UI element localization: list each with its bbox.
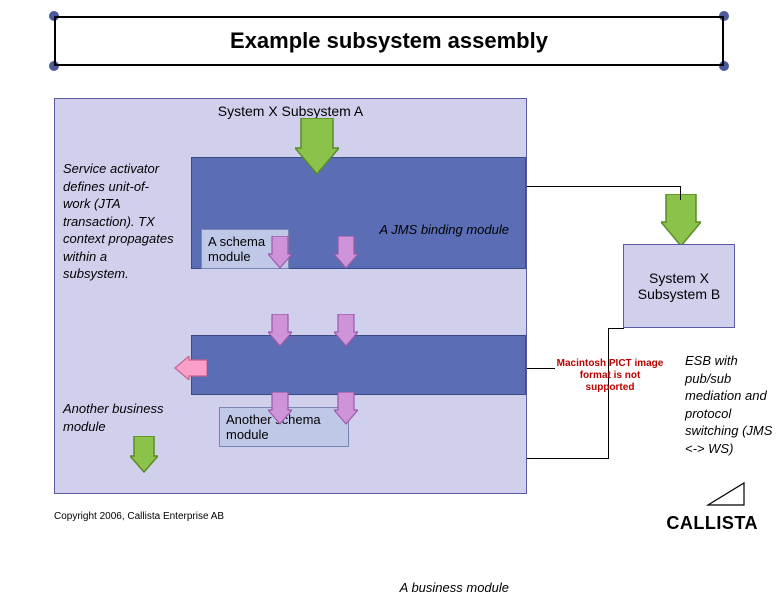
connector-line [527,186,681,187]
pink-arrow-icon [173,356,207,380]
title-bar: Example subsystem assembly [54,16,724,66]
subsystem-b-label: System X Subsystem B [628,270,730,302]
page-title: Example subsystem assembly [230,28,548,54]
purple-arrow-icon [268,392,292,426]
business-module-box: A business module [191,335,526,395]
business-module-label: A business module [400,580,509,595]
note-another-business: Another business module [63,400,173,435]
copyright-text: Copyright 2006, Callista Enterprise AB [54,511,224,522]
note-service-activator: Service activator defines unit-of-work (… [63,160,175,283]
green-arrow-icon [130,436,158,474]
subsystem-a-title: System X Subsystem A [55,103,526,119]
jms-binding-label: A JMS binding module [379,222,509,237]
connector-line [527,458,609,459]
pict-placeholder: Macintosh PICT image format is not suppo… [556,358,664,394]
connector-line [680,186,681,200]
purple-arrow-icon [334,236,358,270]
connector-line [527,368,555,369]
green-arrow-icon [661,194,701,248]
connector-line [608,328,624,329]
callista-triangle-icon [706,481,746,512]
green-arrow-icon [295,118,339,176]
purple-arrow-icon [268,314,292,348]
purple-arrow-icon [334,314,358,348]
purple-arrow-icon [334,392,358,426]
callista-logo: CALLISTA [666,513,758,534]
note-esb: ESB with pub/sub mediation and protocol … [685,352,777,457]
subsystem-b-container: System X Subsystem B [623,244,735,328]
purple-arrow-icon [268,236,292,270]
